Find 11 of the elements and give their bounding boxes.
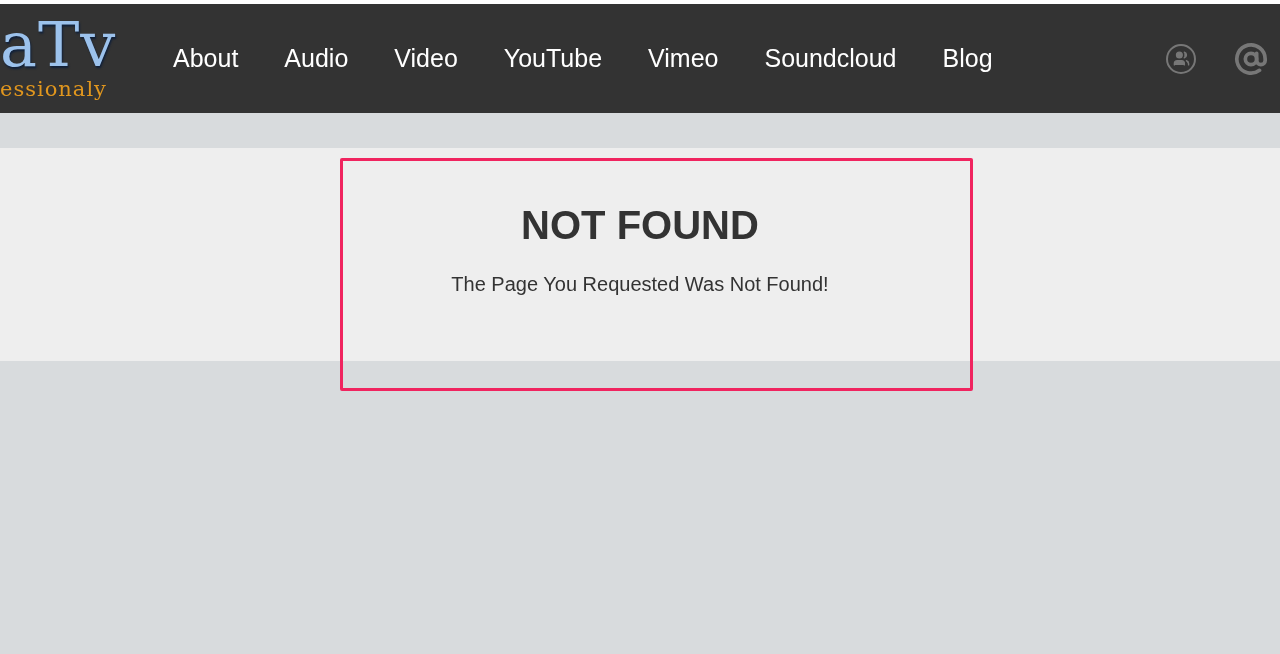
nav-link[interactable]: Blog <box>919 44 1016 73</box>
nav-link[interactable]: YouTube <box>480 44 626 73</box>
nav-link[interactable]: Video <box>371 44 481 73</box>
logo-title: aTv <box>0 11 117 78</box>
nav-link[interactable]: About <box>150 44 262 73</box>
error-message: The Page You Requested Was Not Found! <box>451 273 829 296</box>
page-title: NOT FOUND <box>521 202 759 249</box>
nav-link[interactable]: Soundcloud <box>741 44 920 73</box>
nav-link[interactable]: Vimeo <box>625 44 742 73</box>
logo-tagline: essionaly <box>0 77 107 100</box>
nav-link[interactable]: Audio <box>261 44 372 73</box>
